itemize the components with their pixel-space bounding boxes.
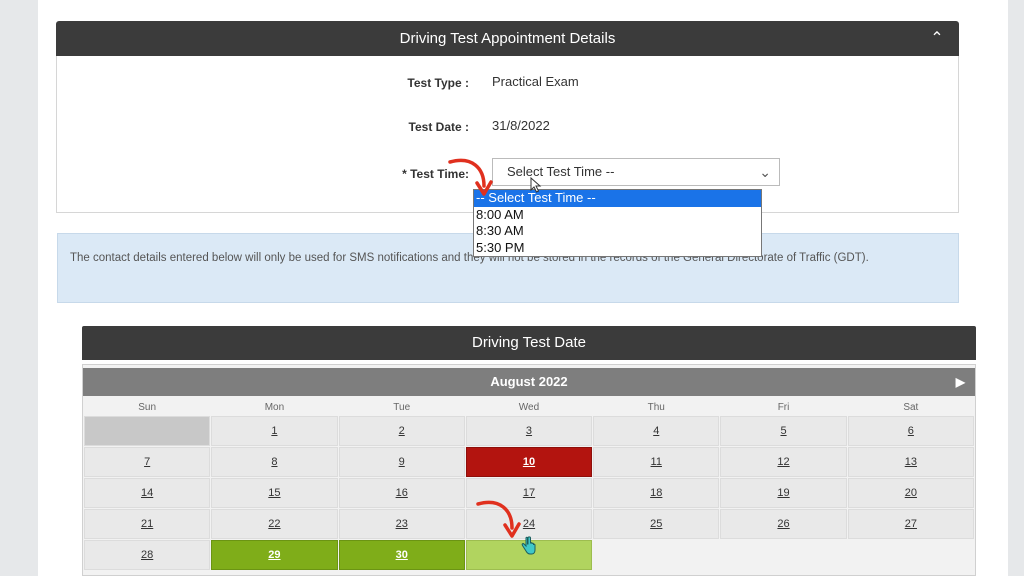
calendar-day-link[interactable]: 10: [523, 456, 535, 468]
calendar-day-18[interactable]: 18: [593, 478, 720, 508]
calendar-day-21[interactable]: 21: [84, 509, 211, 539]
calendar-day-link[interactable]: 20: [905, 487, 917, 499]
appointment-panel-header: Driving Test Appointment Details ⌃: [56, 21, 959, 56]
calendar-day-link[interactable]: 7: [144, 456, 150, 468]
weekday-label: Fri: [720, 399, 847, 415]
calendar-day-8[interactable]: 8: [211, 447, 338, 477]
calendar-day-30[interactable]: 30: [338, 540, 465, 570]
calendar-day-20[interactable]: 20: [847, 478, 974, 508]
weekday-label: Sun: [84, 399, 211, 415]
weekday-label: Mon: [211, 399, 338, 415]
annotation-arrow-icon: [476, 500, 521, 538]
calendar-day-link[interactable]: 18: [650, 487, 662, 499]
calendar-day-2[interactable]: 2: [338, 416, 465, 446]
calendar-day-link[interactable]: 16: [396, 487, 408, 499]
calendar-day-5[interactable]: 5: [720, 416, 847, 446]
page: Driving Test Appointment Details ⌃ Test …: [38, 0, 1008, 576]
test-type-value: Practical Exam: [492, 74, 579, 89]
calendar-day-23[interactable]: 23: [338, 509, 465, 539]
calendar-day-link[interactable]: 17: [523, 487, 535, 499]
calendar-day-link[interactable]: 4: [653, 425, 659, 437]
calendar-day-link[interactable]: 24: [523, 518, 535, 530]
calendar-day-link[interactable]: 23: [396, 518, 408, 530]
calendar-day-15[interactable]: 15: [211, 478, 338, 508]
calendar-day-link[interactable]: 3: [526, 425, 532, 437]
calendar-day-25[interactable]: 25: [593, 509, 720, 539]
test-time-options-list: -- Select Test Time -- 8:00 AM 8:30 AM 5:30…: [473, 189, 762, 257]
calendar-day-10[interactable]: 10: [465, 447, 593, 477]
calendar-day-link[interactable]: 2: [399, 425, 405, 437]
calendar-day-link[interactable]: 26: [777, 518, 789, 530]
weekday-header-row: Sun Mon Tue Wed Thu Fri Sat: [84, 399, 974, 415]
calendar-day-link[interactable]: 22: [268, 518, 280, 530]
calendar-day-link[interactable]: 29: [268, 549, 280, 561]
test-date-value: 31/8/2022: [492, 118, 550, 133]
calendar-day-link[interactable]: 15: [268, 487, 280, 499]
calendar-day-19[interactable]: 19: [720, 478, 847, 508]
test-time-option[interactable]: 8:00 AM: [474, 207, 761, 224]
calendar-panel-header: Driving Test Date: [82, 326, 976, 360]
calendar-day-link[interactable]: 13: [905, 456, 917, 468]
calendar-day-16[interactable]: 16: [338, 478, 465, 508]
chevron-up-icon[interactable]: ⌃: [927, 21, 947, 56]
calendar-day-link[interactable]: 12: [777, 456, 789, 468]
calendar-day-3[interactable]: 3: [465, 416, 593, 446]
calendar-day-link[interactable]: 25: [650, 518, 662, 530]
calendar-day-7[interactable]: 7: [84, 447, 211, 477]
next-month-arrow-icon[interactable]: ▶: [956, 368, 965, 396]
test-time-option[interactable]: -- Select Test Time --: [474, 190, 761, 207]
weekday-label: Tue: [338, 399, 465, 415]
calendar-day-9[interactable]: 9: [338, 447, 465, 477]
calendar-day-4[interactable]: 4: [593, 416, 720, 446]
calendar-day-link[interactable]: 6: [908, 425, 914, 437]
calendar-day-6[interactable]: 6: [847, 416, 974, 446]
calendar-day-12[interactable]: 12: [720, 447, 847, 477]
calendar-day-1[interactable]: 1: [211, 416, 338, 446]
calendar-day-27[interactable]: 27: [847, 509, 974, 539]
calendar-day-14[interactable]: 14: [84, 478, 211, 508]
calendar-day-link[interactable]: 28: [141, 549, 153, 561]
test-time-selected-value: Select Test Time --: [507, 164, 615, 179]
test-date-label: Test Date :: [408, 120, 469, 134]
calendar-day-28[interactable]: 28: [84, 540, 211, 570]
calendar-day-11[interactable]: 11: [593, 447, 720, 477]
test-time-option[interactable]: 8:30 AM: [474, 223, 761, 240]
calendar-week-row: 1 2 3 4 5 6: [84, 416, 974, 446]
calendar-empty-cell: [593, 540, 720, 570]
weekday-label: Wed: [465, 399, 593, 415]
hand-pointer-icon: [521, 536, 536, 555]
weekday-label: Sat: [847, 399, 974, 415]
calendar-empty-cell: [847, 540, 974, 570]
calendar-day-26[interactable]: 26: [720, 509, 847, 539]
calendar-empty-cell: [720, 540, 847, 570]
month-title: August 2022: [490, 374, 568, 389]
calendar-day-22[interactable]: 22: [211, 509, 338, 539]
calendar-day-link[interactable]: 1: [271, 425, 277, 437]
test-time-option[interactable]: 5:30 PM: [474, 240, 761, 257]
calendar-day-link[interactable]: 27: [905, 518, 917, 530]
appointment-panel-title: Driving Test Appointment Details: [399, 30, 616, 47]
chevron-down-icon: ⌄: [759, 164, 771, 180]
mouse-pointer-icon: [530, 177, 542, 193]
month-bar: August 2022 ▶: [83, 368, 975, 396]
calendar-day-link[interactable]: 9: [399, 456, 405, 468]
calendar-day-link[interactable]: 19: [777, 487, 789, 499]
calendar-day-13[interactable]: 13: [847, 447, 974, 477]
calendar-day-link[interactable]: 14: [141, 487, 153, 499]
calendar-day-link[interactable]: 11: [651, 456, 662, 468]
calendar-week-row: 14 15 16 17 18 19 20: [84, 478, 974, 508]
calendar-day-link[interactable]: 30: [396, 549, 408, 561]
test-type-label: Test Type :: [407, 76, 469, 90]
calendar-week-row: 21 22 23 24 25 26 27: [84, 509, 974, 539]
calendar-day-link[interactable]: 5: [780, 425, 786, 437]
calendar-day-link[interactable]: 8: [271, 456, 277, 468]
calendar-empty-cell: [84, 416, 211, 446]
calendar-day-29[interactable]: 29: [211, 540, 338, 570]
annotation-arrow-icon: [448, 158, 493, 196]
weekday-label: Thu: [593, 399, 720, 415]
calendar-day-link[interactable]: 21: [141, 518, 153, 530]
calendar-week-row: 7 8 9 10 11 12 13: [84, 447, 974, 477]
